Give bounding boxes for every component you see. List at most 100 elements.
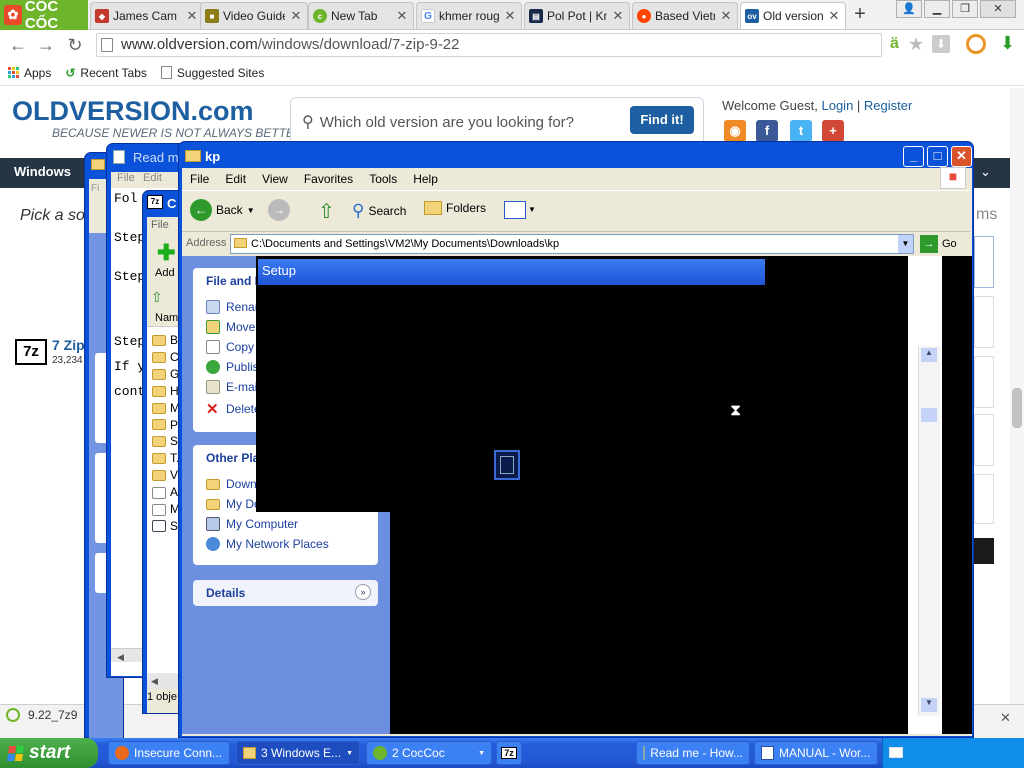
- forward-arrow-icon[interactable]: →: [268, 199, 290, 221]
- page-scrollbar[interactable]: [1010, 88, 1024, 704]
- vertical-scrollbar[interactable]: ▲ ▼: [918, 346, 940, 716]
- tab-pol-pot[interactable]: ▤ Pol Pot | Kn ✕: [524, 2, 630, 29]
- download-arrow-icon[interactable]: ⬇: [932, 35, 950, 53]
- taskbar-item-manual-word[interactable]: MANUAL - Wor...: [754, 741, 878, 765]
- search-button[interactable]: ⚲ Search: [352, 201, 406, 221]
- list-item[interactable]: A: [152, 484, 181, 501]
- menu-file[interactable]: File: [151, 219, 169, 231]
- tab-khmer-rouge[interactable]: G khmer roug ✕: [416, 2, 522, 29]
- restore-button[interactable]: ❐: [952, 0, 978, 18]
- setup-window-lower[interactable]: [390, 510, 908, 734]
- tab-video-guide[interactable]: ■ Video Guide ✕: [200, 2, 308, 29]
- back-button[interactable]: ← Back ▼: [190, 199, 255, 221]
- up-folder-icon[interactable]: ⇧: [318, 199, 335, 224]
- list-item[interactable]: Sl: [152, 518, 181, 535]
- register-link[interactable]: Register: [864, 98, 912, 113]
- bookmark-apps[interactable]: Apps: [8, 66, 51, 80]
- up-folder-icon[interactable]: ⇧: [151, 289, 163, 306]
- close-icon[interactable]: ✕: [719, 8, 733, 24]
- downloads-icon[interactable]: ⬇: [1000, 33, 1015, 54]
- twitter-icon[interactable]: t: [790, 120, 812, 142]
- keyboard-icon[interactable]: [889, 747, 903, 758]
- expand-chevron-icon[interactable]: »: [355, 584, 371, 600]
- go-button[interactable]: → Go: [920, 235, 957, 253]
- close-icon[interactable]: ✕: [289, 8, 303, 24]
- close-icon[interactable]: ✕: [827, 8, 841, 24]
- download-item[interactable]: 9.22_7z9: [6, 708, 77, 722]
- my-network-places-link[interactable]: My Network Places: [206, 537, 329, 551]
- list-item[interactable]: T.: [152, 450, 181, 467]
- details-panel[interactable]: Details »: [193, 580, 378, 606]
- login-link[interactable]: Login: [821, 98, 853, 113]
- list-item[interactable]: V: [152, 467, 181, 484]
- bookmark-suggested-sites[interactable]: Suggested Sites: [160, 66, 264, 80]
- taskbar-item-coccoc[interactable]: 2 CocCoc ▼: [366, 741, 492, 765]
- tab-new-tab[interactable]: c New Tab ✕: [308, 2, 414, 29]
- find-it-button[interactable]: Find it!: [630, 106, 694, 134]
- menu-edit[interactable]: Edit: [225, 172, 246, 186]
- list-item[interactable]: Bl: [152, 332, 181, 349]
- tab-james-cameron[interactable]: ◆ James Cam ✕: [90, 2, 204, 29]
- list-item[interactable]: C: [152, 349, 181, 366]
- minimize-button[interactable]: ▁: [924, 0, 950, 18]
- list-item[interactable]: G: [152, 366, 181, 383]
- list-item[interactable]: M: [152, 400, 181, 417]
- minimize-button[interactable]: _: [903, 146, 924, 167]
- software-title[interactable]: 7 Zip: [52, 337, 85, 353]
- coccoc-extension-icon[interactable]: [966, 34, 986, 54]
- menu-view[interactable]: View: [262, 172, 288, 186]
- bookmark-recent-tabs[interactable]: ↺ Recent Tabs: [65, 66, 147, 80]
- menu-file[interactable]: File: [117, 172, 135, 184]
- reload-icon[interactable]: ↻: [63, 34, 87, 56]
- bookmark-star-icon[interactable]: ★: [908, 34, 924, 55]
- add-button[interactable]: Add: [155, 267, 175, 279]
- folders-button[interactable]: Folders: [424, 201, 486, 215]
- site-logo[interactable]: OLDVERSION.com: [12, 96, 254, 127]
- panel-heading[interactable]: File and F: [206, 274, 262, 288]
- url-bar[interactable]: www.oldversion.com/windows/download/7-zi…: [96, 33, 882, 57]
- add-plus-icon[interactable]: ✚: [157, 242, 175, 264]
- nav-windows[interactable]: Windows: [14, 164, 71, 179]
- coccoc-translate-icon[interactable]: ä: [890, 35, 899, 53]
- menu-edit[interactable]: Edit: [143, 172, 162, 184]
- address-dropdown-icon[interactable]: ▼: [898, 235, 913, 253]
- close-button[interactable]: ✕: [951, 146, 972, 167]
- list-item[interactable]: H: [152, 383, 181, 400]
- maximize-button[interactable]: □: [927, 146, 948, 167]
- close-window-button[interactable]: ✕: [980, 0, 1016, 18]
- close-icon[interactable]: ✕: [503, 8, 517, 24]
- tab-based-vietnam[interactable]: ● Based Vietr ✕: [632, 2, 738, 29]
- rss-icon[interactable]: ◉: [724, 120, 746, 142]
- start-button[interactable]: start: [0, 738, 98, 768]
- list-item[interactable]: Sl: [152, 433, 181, 450]
- setup-title-bar[interactable]: Setup: [258, 259, 765, 285]
- menu-file[interactable]: File: [190, 172, 209, 186]
- dropdown-icon[interactable]: ▼: [247, 206, 255, 215]
- address-input[interactable]: C:\Documents and Settings\VM2\My Documen…: [230, 234, 914, 254]
- list-item[interactable]: Pl: [152, 417, 181, 434]
- chevron-down-icon[interactable]: ⌄: [980, 164, 991, 180]
- taskbar-item-explorer-group[interactable]: 3 Windows E... ▼: [236, 741, 360, 765]
- close-icon[interactable]: ✕: [185, 8, 199, 24]
- 7zip-logo-icon[interactable]: 7z: [15, 339, 47, 365]
- menu-tools[interactable]: Tools: [369, 172, 397, 186]
- menu-favorites[interactable]: Favorites: [304, 172, 353, 186]
- list-item[interactable]: M: [152, 501, 181, 518]
- close-icon[interactable]: ✕: [611, 8, 625, 24]
- profile-icon[interactable]: 👤: [896, 0, 922, 18]
- menu-help[interactable]: Help: [413, 172, 438, 186]
- close-icon[interactable]: ✕: [1000, 710, 1011, 726]
- panel-heading[interactable]: Other Pla: [206, 451, 259, 465]
- facebook-icon[interactable]: f: [756, 120, 778, 142]
- taskbar-item-readme[interactable]: Read me - How...: [636, 741, 750, 765]
- forward-arrow-icon[interactable]: →: [34, 34, 58, 56]
- tab-old-version[interactable]: ov Old version ✕: [740, 2, 846, 29]
- coccoc-logo[interactable]: ✿ CỐC CỐC: [0, 0, 88, 32]
- back-arrow-icon[interactable]: ←: [6, 34, 30, 56]
- my-computer-link[interactable]: My Computer: [206, 517, 329, 531]
- close-icon[interactable]: ✕: [395, 8, 409, 24]
- google-plus-icon[interactable]: +: [822, 120, 844, 142]
- taskbar-item-7zip[interactable]: 7z: [496, 741, 522, 765]
- setup-window[interactable]: [256, 256, 908, 512]
- views-icon[interactable]: [504, 201, 526, 219]
